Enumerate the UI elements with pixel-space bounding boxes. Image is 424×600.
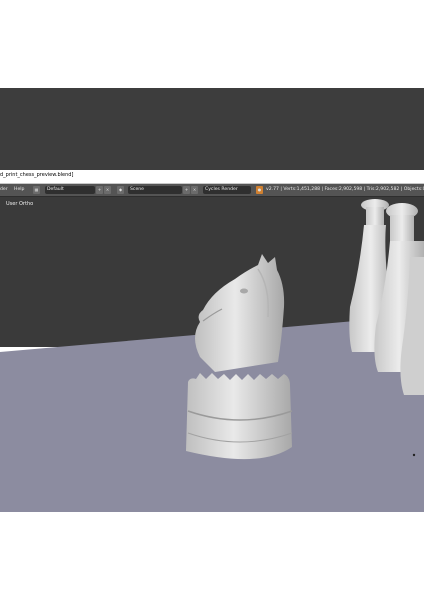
render-engine-select[interactable]: Cycles Render bbox=[203, 186, 251, 194]
remove-layout-button[interactable]: × bbox=[104, 186, 111, 194]
add-layout-button[interactable]: + bbox=[96, 186, 103, 194]
scene-icon[interactable]: ◆ bbox=[117, 186, 124, 194]
scene-stats: v2.77 | Verts:1,451,288 | Faces:2,902,59… bbox=[266, 187, 424, 192]
screen-layout-icon[interactable]: ▦ bbox=[33, 186, 40, 194]
remove-scene-button[interactable]: × bbox=[191, 186, 198, 194]
window-titlebar: d_print_chess_preview.blend] bbox=[0, 170, 424, 184]
view-label: User Ortho bbox=[6, 201, 34, 207]
blender-logo-icon: ● bbox=[256, 186, 263, 194]
bottom-white-area bbox=[0, 512, 424, 600]
viewport-scene[interactable] bbox=[0, 197, 424, 512]
render-menu[interactable]: der bbox=[0, 186, 8, 194]
top-dark-region bbox=[0, 88, 424, 170]
scene-select[interactable]: Scene bbox=[128, 186, 182, 194]
window-title: d_print_chess_preview.blend] bbox=[0, 172, 74, 178]
info-header: der Help ▦ Default + × ◆ Scene + × Cycle… bbox=[0, 184, 424, 197]
help-menu[interactable]: Help bbox=[14, 186, 24, 194]
add-scene-button[interactable]: + bbox=[183, 186, 190, 194]
3d-viewport[interactable]: User Ortho bbox=[0, 197, 424, 512]
3d-cursor-icon bbox=[412, 453, 416, 457]
screen-layout-select[interactable]: Default bbox=[45, 186, 95, 194]
